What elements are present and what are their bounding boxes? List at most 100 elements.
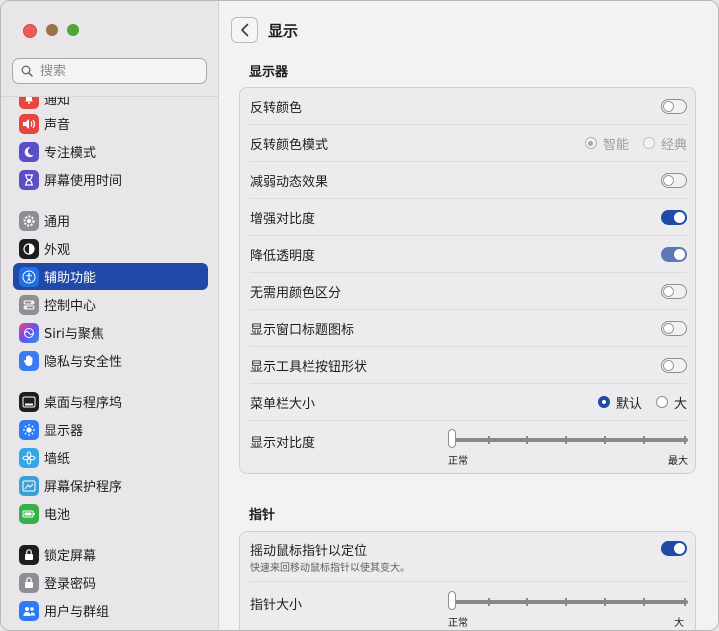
row-description: 快速来回移动鼠标指针以使其变大。 [250, 563, 410, 574]
sidebar-item-displays[interactable]: 显示器 [13, 416, 208, 443]
radio-default[interactable]: 默认 [597, 393, 642, 412]
invert-mode-radio-group: 智能 经典 [571, 134, 687, 153]
sidebar-item-label: 电池 [44, 508, 71, 523]
row-shake-to-locate: 摇动鼠标指针以定位 快速来回移动鼠标指针以使其变大。 [250, 532, 687, 582]
slider-tick [526, 436, 528, 444]
sidebar-item-label: 隐私与安全性 [44, 355, 123, 370]
page-title: 显示 [268, 22, 299, 40]
sidebar-item-label: 通用 [44, 215, 71, 230]
sidebar-item-accessibility[interactable]: 辅助功能 [13, 263, 208, 290]
sidebar-item-label: 通知 [44, 97, 71, 108]
sidebar-item-appearance[interactable]: 外观 [13, 235, 208, 262]
minimize-window-button[interactable] [46, 24, 58, 36]
sidebar-item-general[interactable]: 通用 [13, 207, 208, 234]
section-title-display: 显示器 [249, 65, 289, 80]
slider-tick [526, 598, 528, 606]
slider-min-label: 正常 [448, 456, 468, 467]
sidebar-item-screensaver[interactable]: 屏幕保护程序 [13, 472, 208, 499]
reduce-transparency-toggle[interactable] [661, 246, 687, 262]
sidebar-item-siri[interactable]: Siri与聚焦 [13, 319, 208, 346]
accessibility-icon [19, 266, 39, 287]
sidebar-item-desktop-dock[interactable]: 桌面与程序坞 [13, 388, 208, 415]
close-window-button[interactable] [23, 24, 37, 38]
sidebar-item-control-center[interactable]: 控制中心 [13, 291, 208, 318]
sidebar-item-label: 屏幕使用时间 [44, 174, 123, 189]
slider-tick [565, 436, 567, 444]
display-contrast-slider[interactable]: 正常 最大 [448, 421, 688, 467]
sidebar-item-screen-time[interactable]: 屏幕使用时间 [13, 166, 208, 193]
sidebar-item-label: 屏幕保护程序 [44, 480, 123, 495]
row-toolbar-button-shapes: 显示工具栏按钮形状 [250, 347, 687, 384]
sidebar-item-label: Siri与聚焦 [44, 327, 104, 342]
radio-label: 经典 [660, 137, 687, 153]
row-pointer-size: 指针大小 正常 大 [250, 582, 688, 630]
chevron-left-icon [240, 23, 248, 37]
slider-tick [684, 436, 686, 444]
invert-colors-toggle[interactable] [661, 98, 687, 114]
bell-icon [19, 97, 39, 109]
sidebar: 通知 声音 专注模式 屏幕使用时间 [1, 1, 219, 630]
row-display-contrast: 显示对比度 正常 最大 [250, 421, 688, 473]
sidebar-item-label: 墙纸 [44, 452, 71, 467]
row-label: 反转颜色 [250, 100, 303, 116]
control-center-icon [19, 294, 39, 315]
radio-classic[interactable]: 经典 [642, 134, 687, 153]
search-input[interactable] [38, 62, 192, 80]
search-icon [21, 65, 33, 77]
zoom-window-button[interactable] [67, 24, 79, 36]
slider-tick [643, 436, 645, 444]
sidebar-item-focus[interactable]: 专注模式 [13, 138, 208, 165]
flower-icon [19, 447, 39, 468]
sidebar-item-users-groups[interactable]: 用户与群组 [13, 597, 208, 624]
row-differentiate-without-color: 无需用颜色区分 [250, 273, 687, 310]
slider-tick [643, 598, 645, 606]
section-title-pointer: 指针 [249, 508, 276, 523]
hand-icon [19, 350, 39, 371]
sidebar-item-privacy[interactable]: 隐私与安全性 [13, 347, 208, 374]
radio-large[interactable]: 大 [655, 393, 687, 412]
radio-label: 大 [673, 396, 687, 412]
sidebar-item-wallpaper[interactable]: 墙纸 [13, 444, 208, 471]
sidebar-item-label: 辅助功能 [44, 271, 97, 286]
row-label: 显示窗口标题图标 [250, 322, 355, 338]
toolbar-button-shapes-toggle[interactable] [661, 357, 687, 373]
sidebar-item-lock-screen[interactable]: 锁定屏幕 [13, 541, 208, 568]
display-settings-group: 反转颜色 反转颜色模式 智能 经典 减弱动态效果 增强对比度 降低透明度 无需用… [239, 87, 696, 474]
radio-label: 智能 [602, 137, 629, 153]
slider-tick [488, 598, 490, 606]
row-invert-mode: 反转颜色模式 智能 经典 [250, 125, 687, 162]
increase-contrast-toggle[interactable] [661, 209, 687, 225]
window-title-icons-toggle[interactable] [661, 320, 687, 336]
sidebar-item-battery[interactable]: 电池 [13, 500, 208, 527]
sidebar-item-label: 外观 [44, 243, 71, 258]
dock-icon [19, 391, 39, 412]
row-label: 增强对比度 [250, 211, 316, 227]
radio-smart[interactable]: 智能 [584, 134, 629, 153]
reduce-motion-toggle[interactable] [661, 172, 687, 188]
battery-icon [19, 503, 39, 524]
main-content: 显示 显示器 反转颜色 反转颜色模式 智能 经典 减弱动态效果 增强对比度 降低… [219, 1, 718, 630]
shake-to-locate-toggle[interactable] [661, 541, 687, 556]
sun-icon [19, 419, 39, 440]
row-label-wrap: 摇动鼠标指针以定位 快速来回移动鼠标指针以使其变大。 [250, 540, 687, 574]
lock-screen-icon [19, 544, 39, 565]
moon-icon [19, 141, 39, 162]
row-label: 无需用颜色区分 [250, 285, 342, 301]
users-icon [19, 600, 39, 621]
differentiate-without-color-toggle[interactable] [661, 283, 687, 299]
slider-thumb[interactable] [448, 591, 456, 610]
sidebar-item-label: 登录密码 [44, 577, 97, 592]
slider-min-label: 正常 [448, 618, 468, 629]
search-field[interactable] [12, 58, 207, 84]
sidebar-list: 通知 声音 专注模式 屏幕使用时间 通用 外观 辅助功能 控制中心 Siri与聚… [1, 97, 218, 630]
pointer-size-slider[interactable]: 正常 大 [448, 583, 688, 629]
slider-thumb[interactable] [448, 429, 456, 448]
row-label: 减弱动态效果 [250, 174, 329, 190]
back-button[interactable] [231, 17, 258, 43]
menu-bar-size-radio-group: 默认 大 [584, 393, 687, 412]
slider-tick [565, 598, 567, 606]
sidebar-item-login-password[interactable]: 登录密码 [13, 569, 208, 596]
gear-icon [19, 210, 39, 231]
sidebar-item-sound[interactable]: 声音 [13, 110, 208, 137]
sidebar-item-label: 声音 [44, 118, 71, 133]
